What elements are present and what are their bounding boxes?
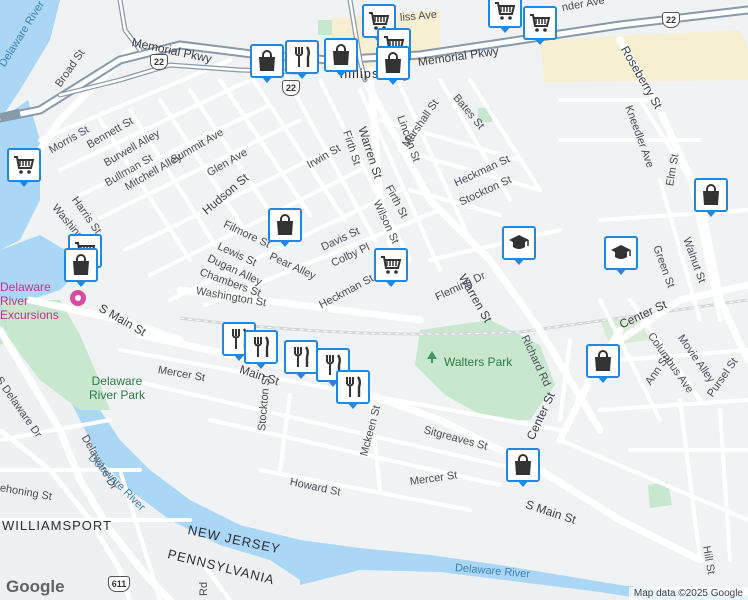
route-shield-22-c: 22 bbox=[662, 12, 680, 28]
map-credit[interactable]: Map data ©2025 Google bbox=[628, 587, 748, 600]
route-shield-22-a: 22 bbox=[150, 54, 168, 70]
poi-pin-icon[interactable] bbox=[68, 288, 88, 308]
marker-m19[interactable] bbox=[284, 340, 318, 379]
grocery-icon bbox=[379, 253, 403, 277]
marker-m22[interactable] bbox=[586, 344, 620, 383]
shopping-bag-icon bbox=[255, 49, 279, 73]
restaurant-icon bbox=[290, 45, 314, 69]
school-icon bbox=[609, 241, 633, 265]
marker-m21[interactable] bbox=[336, 370, 370, 409]
place-label-williamsport: WILLIAMSPORT bbox=[2, 518, 113, 533]
street-label-rd-stub: Rd bbox=[198, 581, 210, 596]
shopping-bag-icon bbox=[591, 349, 615, 373]
route-shield-22-b: 22 bbox=[282, 80, 300, 96]
shopping-bag-icon bbox=[329, 43, 353, 67]
grocery-icon bbox=[528, 11, 552, 35]
shopping-bag-icon bbox=[381, 51, 405, 75]
park-label-delaware-river-park: Delaware River Park bbox=[88, 374, 145, 402]
marker-m2[interactable] bbox=[488, 0, 522, 33]
marker-m14[interactable] bbox=[374, 248, 408, 287]
google-logo: Google bbox=[6, 577, 65, 596]
map-base bbox=[0, 0, 748, 600]
school-icon bbox=[507, 231, 531, 255]
marker-m5[interactable] bbox=[285, 40, 319, 79]
marker-m18[interactable] bbox=[244, 330, 278, 369]
map-canvas[interactable]: Memorial Pkwy Memorial Pkwy Broad St Mor… bbox=[0, 0, 748, 600]
grocery-icon bbox=[12, 153, 36, 177]
marker-m13[interactable] bbox=[694, 178, 728, 217]
shopping-bag-icon bbox=[69, 253, 93, 277]
marker-m15[interactable] bbox=[502, 226, 536, 265]
marker-m10[interactable] bbox=[268, 208, 302, 247]
marker-m4[interactable] bbox=[250, 44, 284, 83]
restaurant-icon bbox=[289, 345, 313, 369]
shopping-bag-icon bbox=[511, 453, 535, 477]
restaurant-icon bbox=[249, 335, 273, 359]
restaurant-icon bbox=[341, 375, 365, 399]
marker-m16[interactable] bbox=[604, 236, 638, 275]
shopping-bag-icon bbox=[699, 183, 723, 207]
route-shield-611: 611 bbox=[108, 576, 130, 592]
marker-m12[interactable] bbox=[64, 248, 98, 287]
marker-m23[interactable] bbox=[506, 448, 540, 487]
grocery-icon bbox=[493, 0, 517, 23]
marker-m8[interactable] bbox=[376, 46, 410, 85]
marker-m6[interactable] bbox=[324, 38, 358, 77]
shopping-bag-icon bbox=[273, 213, 297, 237]
park-label-walters-park: Walters Park bbox=[444, 355, 513, 369]
park-icon bbox=[427, 351, 437, 363]
marker-m9[interactable] bbox=[7, 148, 41, 187]
marker-m3[interactable] bbox=[523, 6, 557, 45]
